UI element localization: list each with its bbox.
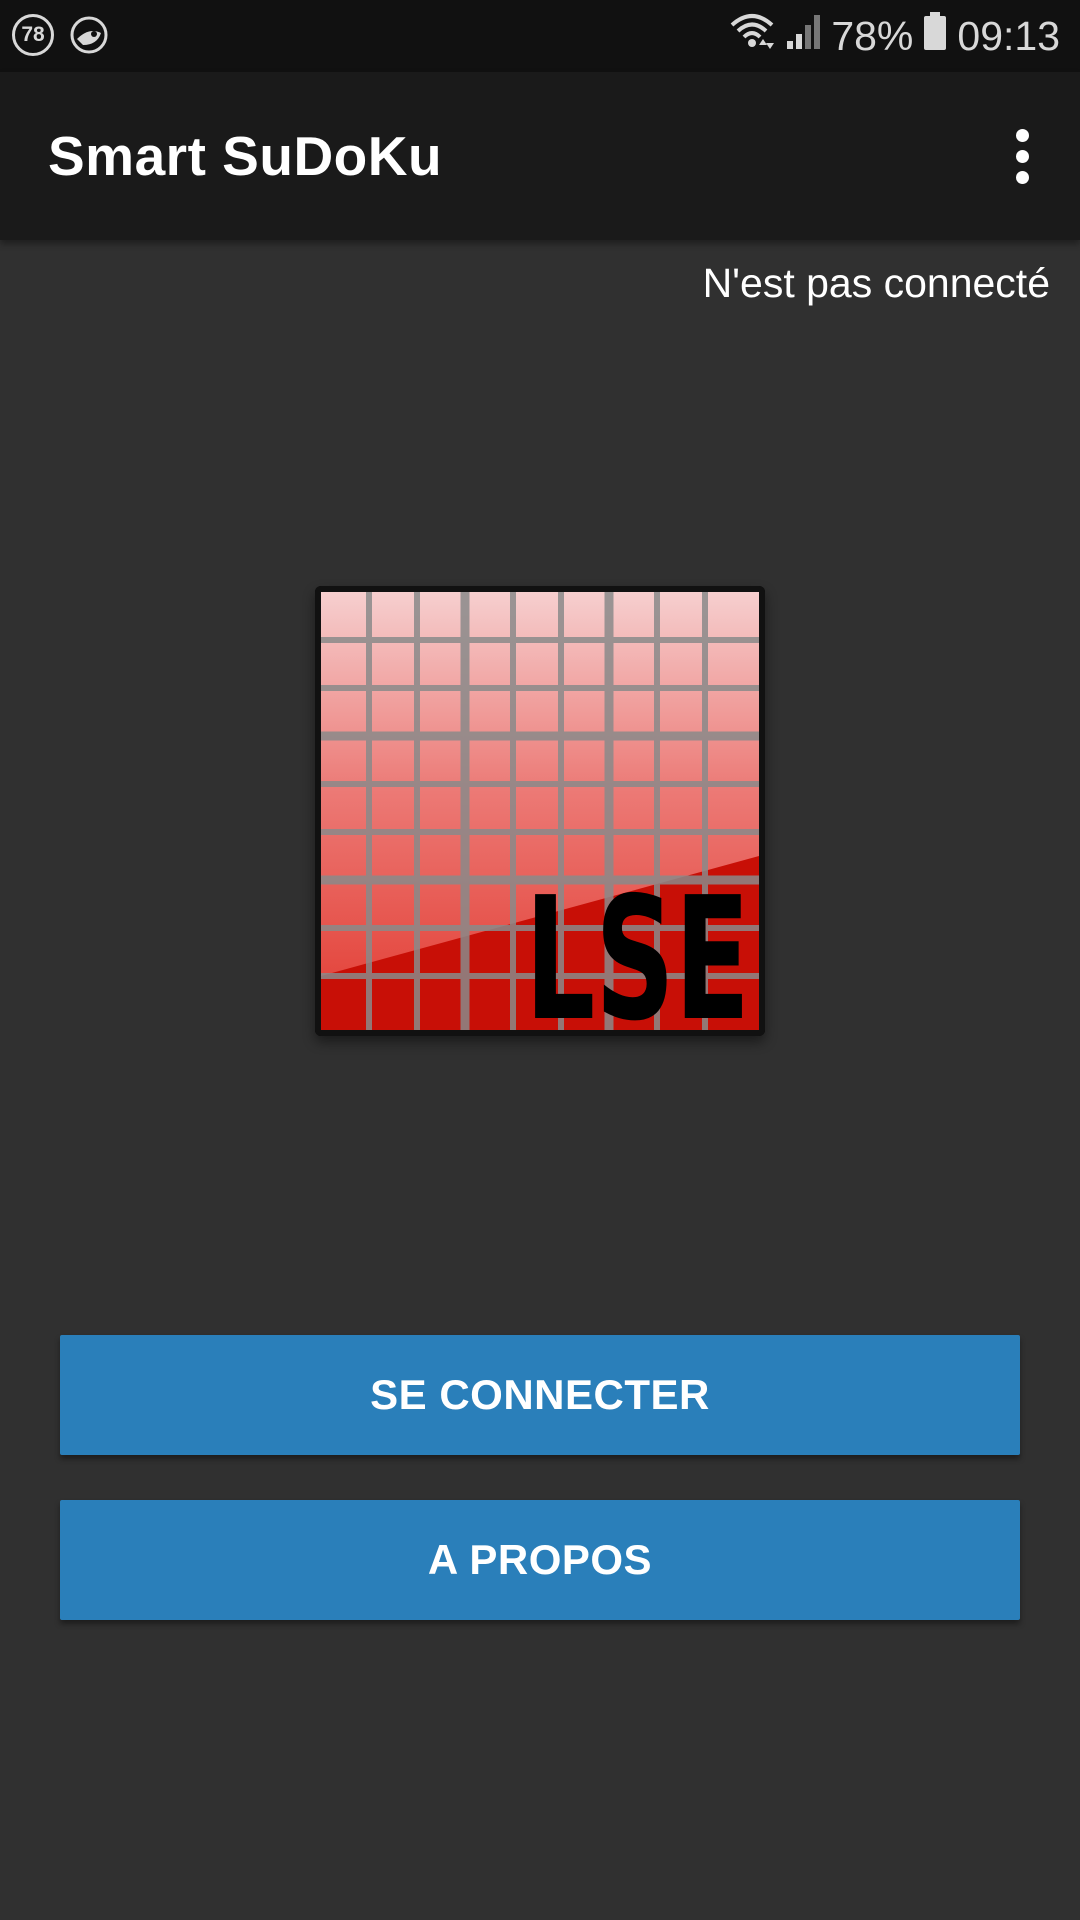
status-notifications: 78	[12, 14, 110, 56]
lse-sudoku-logo: LSE	[315, 586, 765, 1036]
battery-percentage: 78%	[831, 12, 914, 59]
menu-dot	[1015, 170, 1029, 184]
wifi-icon	[729, 11, 775, 61]
status-system: 78% 09:13	[729, 10, 1060, 62]
clock: 09:13	[957, 12, 1060, 59]
logo-text: LSE	[525, 861, 750, 1036]
more-vert-icon[interactable]	[990, 124, 1054, 188]
notification-badge: 78	[12, 14, 54, 56]
about-button[interactable]: A PROPOS	[60, 1500, 1020, 1620]
screen: 78 78% 09:13 Smart SuDoKu N'est pas conn…	[0, 0, 1080, 1920]
app-bar: Smart SuDoKu	[0, 72, 1080, 240]
menu-dot	[1015, 128, 1029, 142]
menu-dot	[1015, 149, 1029, 163]
signal-icon	[785, 11, 821, 61]
connection-status: N'est pas connecté	[702, 260, 1050, 306]
app-notification-icon	[68, 14, 110, 56]
battery-icon	[923, 11, 947, 61]
notification-count-icon: 78	[12, 14, 54, 56]
app-title: Smart SuDoKu	[48, 125, 443, 187]
status-bar: 78 78% 09:13	[0, 0, 1080, 72]
connect-button[interactable]: SE CONNECTER	[60, 1335, 1020, 1455]
